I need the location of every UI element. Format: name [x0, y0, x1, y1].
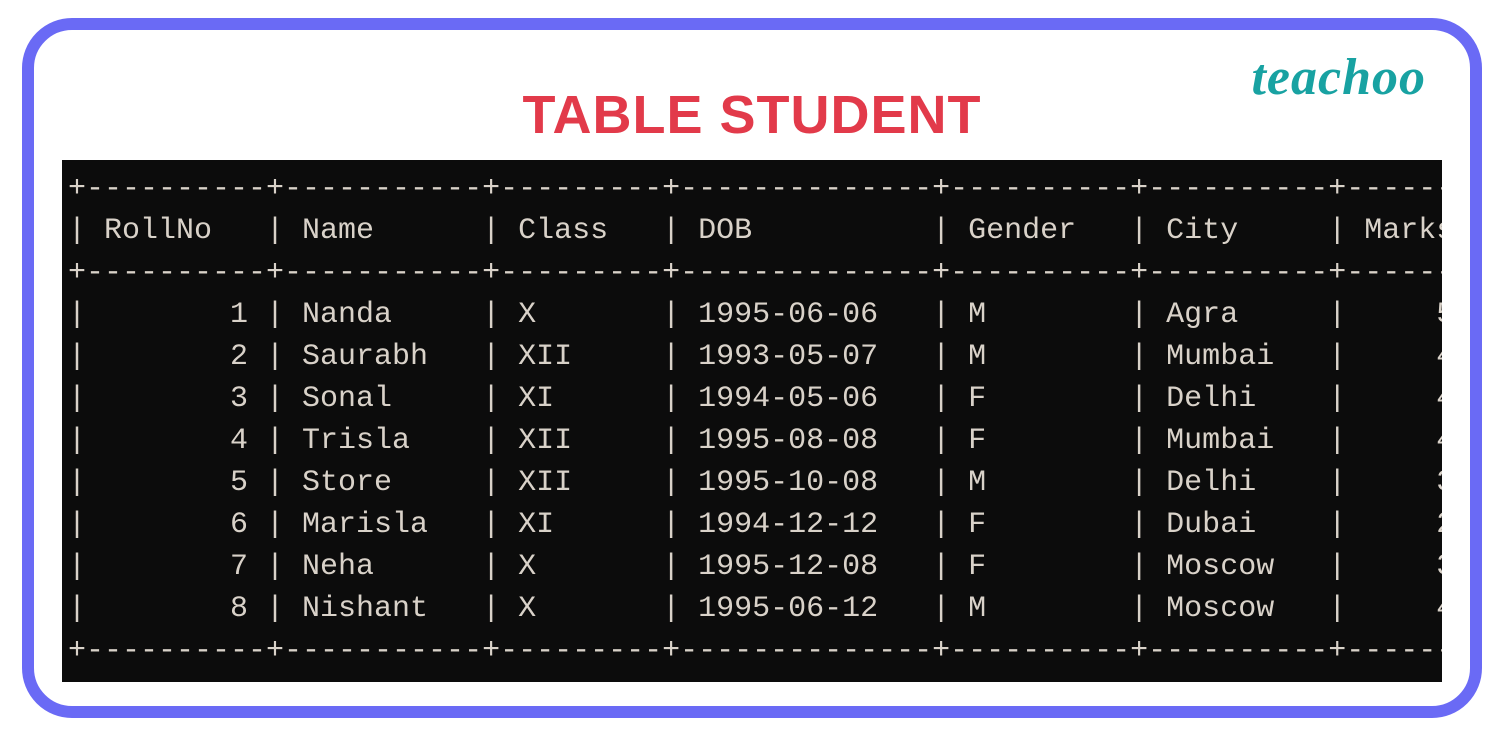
sql-output-table: +----------+-----------+---------+------… — [62, 160, 1442, 682]
brand-logo: teachoo — [1251, 48, 1426, 107]
document-frame: teachoo TABLE STUDENT +----------+------… — [22, 18, 1482, 718]
page-title: TABLE STUDENT — [62, 84, 1442, 146]
